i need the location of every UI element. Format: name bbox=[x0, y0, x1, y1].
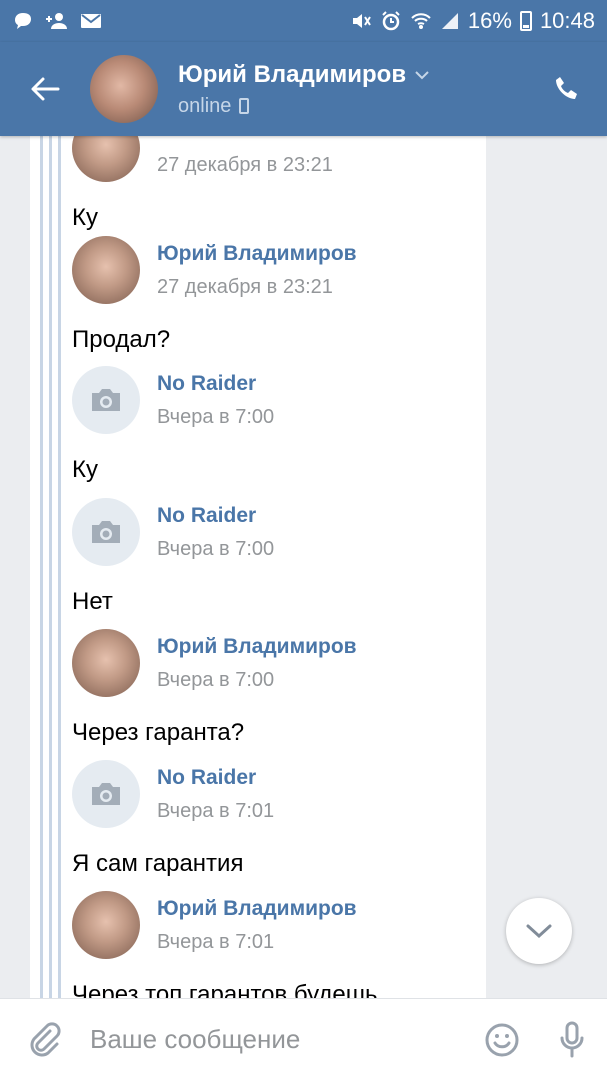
paperclip-icon bbox=[30, 1021, 61, 1056]
chevron-down-icon bbox=[415, 70, 429, 79]
avatar[interactable] bbox=[72, 236, 140, 304]
mail-icon bbox=[80, 12, 102, 30]
attach-button[interactable] bbox=[0, 999, 90, 1080]
sender-name[interactable]: No Raider bbox=[157, 372, 256, 396]
status-bar: 16% 10:48 bbox=[0, 0, 607, 42]
avatar[interactable] bbox=[72, 891, 140, 959]
message-text: Продал? bbox=[72, 326, 171, 353]
avatar[interactable] bbox=[72, 629, 140, 697]
message-text: Через гаранта? bbox=[72, 719, 245, 746]
contact-name: Юрий Владимиров bbox=[178, 60, 407, 88]
chat-header: Юрий Владимиров online bbox=[0, 42, 607, 136]
message-timestamp: Вчера в 7:00 bbox=[157, 538, 275, 560]
sender-name[interactable]: Юрий Владимиров bbox=[157, 635, 357, 659]
camera-icon bbox=[92, 389, 120, 411]
battery-icon bbox=[519, 11, 532, 31]
message-text: Ку bbox=[72, 204, 98, 231]
battery-level: 16% bbox=[467, 8, 512, 33]
alarm-icon bbox=[380, 10, 402, 32]
message-text: Нет bbox=[72, 588, 113, 615]
avatar[interactable] bbox=[90, 55, 158, 123]
message-timestamp: 27 декабря в 23:21 bbox=[157, 154, 333, 176]
scroll-down-button[interactable] bbox=[506, 898, 572, 964]
message-timestamp: 27 декабря в 23:21 bbox=[157, 276, 333, 298]
message-list[interactable]: 27 декабря в 23:21 Ку Юрий Владимиров 27 де… bbox=[0, 136, 607, 998]
message-timestamp: Вчера в 7:00 bbox=[157, 669, 275, 691]
phone-icon bbox=[556, 77, 577, 99]
camera-avatar[interactable] bbox=[72, 498, 140, 566]
message-text: Через топ гарантов будешь bbox=[72, 981, 378, 998]
message-timestamp: Вчера в 7:01 bbox=[157, 800, 275, 822]
forward-indicator bbox=[40, 136, 61, 998]
message-text: Я сам гарантия bbox=[72, 850, 244, 877]
emoji-button[interactable] bbox=[467, 999, 537, 1080]
arrow-left-icon bbox=[31, 77, 60, 101]
message-timestamp: Вчера в 7:00 bbox=[157, 406, 275, 428]
camera-icon bbox=[92, 521, 120, 543]
clock: 10:48 bbox=[539, 8, 595, 33]
sender-name[interactable]: Юрий Владимиров bbox=[157, 897, 357, 921]
message-input[interactable] bbox=[90, 1024, 467, 1055]
camera-avatar[interactable] bbox=[72, 760, 140, 828]
message-text: Ку bbox=[72, 456, 98, 483]
signal-icon bbox=[440, 11, 460, 31]
add-contact-icon bbox=[44, 10, 70, 32]
back-button[interactable] bbox=[0, 42, 90, 136]
voice-button[interactable] bbox=[537, 999, 607, 1080]
message-icon bbox=[12, 10, 34, 32]
camera-icon bbox=[92, 783, 120, 805]
message-timestamp: Вчера в 7:01 bbox=[157, 931, 275, 953]
chevron-down-icon bbox=[526, 924, 552, 939]
camera-avatar[interactable] bbox=[72, 366, 140, 434]
sender-name[interactable]: Юрий Владимиров bbox=[157, 242, 357, 266]
mobile-icon bbox=[239, 98, 250, 114]
sender-name[interactable]: No Raider bbox=[157, 766, 256, 790]
contact-info[interactable]: Юрий Владимиров online bbox=[178, 61, 430, 118]
sender-name[interactable]: No Raider bbox=[157, 504, 256, 528]
mute-icon bbox=[350, 10, 372, 32]
smile-icon bbox=[485, 1023, 519, 1056]
composer bbox=[0, 998, 607, 1080]
online-status: online bbox=[178, 94, 232, 117]
wifi-icon bbox=[410, 11, 432, 31]
microphone-icon bbox=[560, 1021, 584, 1057]
call-button[interactable] bbox=[527, 42, 607, 136]
